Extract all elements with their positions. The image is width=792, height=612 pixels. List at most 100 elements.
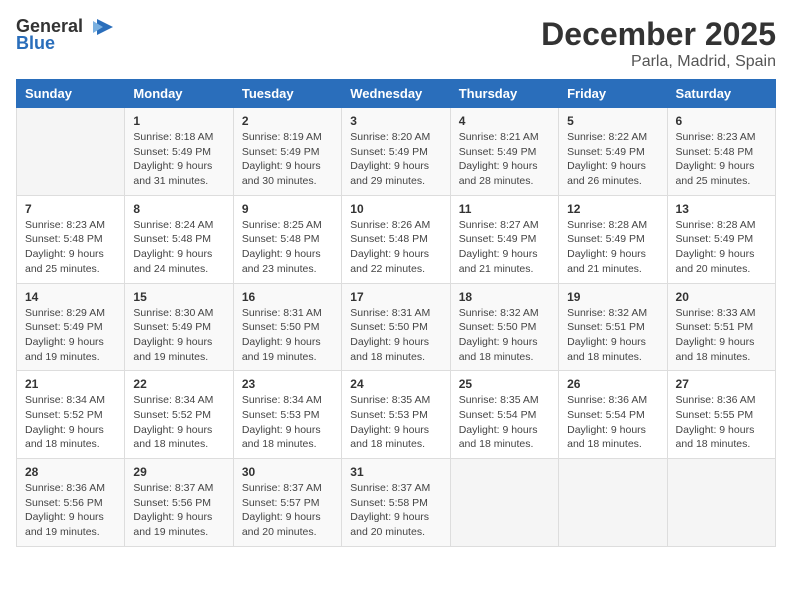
day-info: Sunrise: 8:23 AM Sunset: 5:48 PM Dayligh…: [676, 130, 767, 189]
calendar-cell: 5 Sunrise: 8:22 AM Sunset: 5:49 PM Daylig…: [559, 108, 667, 196]
column-header-saturday: Saturday: [667, 80, 775, 108]
day-number: 31: [350, 465, 441, 479]
calendar-cell: 3 Sunrise: 8:20 AM Sunset: 5:49 PM Daylig…: [342, 108, 450, 196]
day-info: Sunrise: 8:27 AM Sunset: 5:49 PM Dayligh…: [459, 218, 550, 277]
day-info: Sunrise: 8:25 AM Sunset: 5:48 PM Dayligh…: [242, 218, 333, 277]
day-info: Sunrise: 8:35 AM Sunset: 5:54 PM Dayligh…: [459, 393, 550, 452]
day-number: 27: [676, 377, 767, 391]
day-info: Sunrise: 8:31 AM Sunset: 5:50 PM Dayligh…: [350, 306, 441, 365]
day-info: Sunrise: 8:23 AM Sunset: 5:48 PM Dayligh…: [25, 218, 116, 277]
day-number: 30: [242, 465, 333, 479]
calendar-cell: 21 Sunrise: 8:34 AM Sunset: 5:52 PM Dayli…: [17, 371, 125, 459]
day-info: Sunrise: 8:24 AM Sunset: 5:48 PM Dayligh…: [133, 218, 224, 277]
logo-icon: [87, 17, 115, 37]
day-info: Sunrise: 8:29 AM Sunset: 5:49 PM Dayligh…: [25, 306, 116, 365]
column-header-monday: Monday: [125, 80, 233, 108]
calendar-cell: [17, 108, 125, 196]
calendar-cell: 27 Sunrise: 8:36 AM Sunset: 5:55 PM Dayli…: [667, 371, 775, 459]
calendar-cell: [450, 459, 558, 547]
day-info: Sunrise: 8:31 AM Sunset: 5:50 PM Dayligh…: [242, 306, 333, 365]
calendar-cell: [667, 459, 775, 547]
day-number: 7: [25, 202, 116, 216]
calendar-week-row: 14 Sunrise: 8:29 AM Sunset: 5:49 PM Dayli…: [17, 283, 776, 371]
calendar-cell: 2 Sunrise: 8:19 AM Sunset: 5:49 PM Daylig…: [233, 108, 341, 196]
column-header-wednesday: Wednesday: [342, 80, 450, 108]
title-block: December 2025 Parla, Madrid, Spain: [541, 16, 776, 71]
calendar-cell: 25 Sunrise: 8:35 AM Sunset: 5:54 PM Dayli…: [450, 371, 558, 459]
day-number: 5: [567, 114, 658, 128]
day-number: 3: [350, 114, 441, 128]
day-number: 1: [133, 114, 224, 128]
day-info: Sunrise: 8:26 AM Sunset: 5:48 PM Dayligh…: [350, 218, 441, 277]
calendar-cell: 28Sunrise: 8:36 AM Sunset: 5:56 PM Dayli…: [17, 459, 125, 547]
day-info: Sunrise: 8:36 AM Sunset: 5:54 PM Dayligh…: [567, 393, 658, 452]
calendar-cell: 11 Sunrise: 8:27 AM Sunset: 5:49 PM Dayli…: [450, 195, 558, 283]
day-number: 2: [242, 114, 333, 128]
calendar-week-row: 21 Sunrise: 8:34 AM Sunset: 5:52 PM Dayli…: [17, 371, 776, 459]
day-number: 15: [133, 290, 224, 304]
logo-blue-text: Blue: [16, 33, 55, 54]
day-info: Sunrise: 8:22 AM Sunset: 5:49 PM Dayligh…: [567, 130, 658, 189]
calendar-cell: 1 Sunrise: 8:18 AM Sunset: 5:49 PM Daylig…: [125, 108, 233, 196]
day-info: Sunrise: 8:37 AM Sunset: 5:56 PM Dayligh…: [133, 481, 224, 540]
calendar-cell: 9 Sunrise: 8:25 AM Sunset: 5:48 PM Daylig…: [233, 195, 341, 283]
calendar-cell: 8 Sunrise: 8:24 AM Sunset: 5:48 PM Daylig…: [125, 195, 233, 283]
day-number: 21: [25, 377, 116, 391]
day-info: Sunrise: 8:35 AM Sunset: 5:53 PM Dayligh…: [350, 393, 441, 452]
calendar-cell: 19Sunrise: 8:32 AM Sunset: 5:51 PM Dayli…: [559, 283, 667, 371]
day-info: Sunrise: 8:30 AM Sunset: 5:49 PM Dayligh…: [133, 306, 224, 365]
day-number: 17: [350, 290, 441, 304]
day-number: 4: [459, 114, 550, 128]
calendar-cell: 6 Sunrise: 8:23 AM Sunset: 5:48 PM Daylig…: [667, 108, 775, 196]
day-number: 9: [242, 202, 333, 216]
column-header-thursday: Thursday: [450, 80, 558, 108]
day-number: 10: [350, 202, 441, 216]
calendar-header-row: SundayMondayTuesdayWednesdayThursdayFrid…: [17, 80, 776, 108]
calendar-week-row: 7 Sunrise: 8:23 AM Sunset: 5:48 PM Daylig…: [17, 195, 776, 283]
calendar-cell: 12Sunrise: 8:28 AM Sunset: 5:49 PM Dayli…: [559, 195, 667, 283]
calendar-cell: 4 Sunrise: 8:21 AM Sunset: 5:49 PM Daylig…: [450, 108, 558, 196]
day-info: Sunrise: 8:28 AM Sunset: 5:49 PM Dayligh…: [676, 218, 767, 277]
day-info: Sunrise: 8:37 AM Sunset: 5:57 PM Dayligh…: [242, 481, 333, 540]
logo: General Blue: [16, 16, 115, 54]
day-number: 26: [567, 377, 658, 391]
day-number: 14: [25, 290, 116, 304]
day-info: Sunrise: 8:33 AM Sunset: 5:51 PM Dayligh…: [676, 306, 767, 365]
day-info: Sunrise: 8:34 AM Sunset: 5:52 PM Dayligh…: [25, 393, 116, 452]
calendar-cell: 18Sunrise: 8:32 AM Sunset: 5:50 PM Dayli…: [450, 283, 558, 371]
calendar-cell: 16Sunrise: 8:31 AM Sunset: 5:50 PM Dayli…: [233, 283, 341, 371]
day-info: Sunrise: 8:18 AM Sunset: 5:49 PM Dayligh…: [133, 130, 224, 189]
calendar-cell: 30 Sunrise: 8:37 AM Sunset: 5:57 PM Dayli…: [233, 459, 341, 547]
calendar-week-row: 1 Sunrise: 8:18 AM Sunset: 5:49 PM Daylig…: [17, 108, 776, 196]
day-info: Sunrise: 8:20 AM Sunset: 5:49 PM Dayligh…: [350, 130, 441, 189]
day-number: 11: [459, 202, 550, 216]
calendar-cell: 24Sunrise: 8:35 AM Sunset: 5:53 PM Dayli…: [342, 371, 450, 459]
calendar-cell: [559, 459, 667, 547]
calendar-cell: 23Sunrise: 8:34 AM Sunset: 5:53 PM Dayli…: [233, 371, 341, 459]
calendar-cell: 15 Sunrise: 8:30 AM Sunset: 5:49 PM Dayli…: [125, 283, 233, 371]
day-number: 18: [459, 290, 550, 304]
day-info: Sunrise: 8:19 AM Sunset: 5:49 PM Dayligh…: [242, 130, 333, 189]
day-number: 12: [567, 202, 658, 216]
calendar-cell: 26 Sunrise: 8:36 AM Sunset: 5:54 PM Dayli…: [559, 371, 667, 459]
day-number: 6: [676, 114, 767, 128]
day-number: 8: [133, 202, 224, 216]
month-title: December 2025: [541, 16, 776, 53]
day-number: 19: [567, 290, 658, 304]
day-number: 28: [25, 465, 116, 479]
day-number: 22: [133, 377, 224, 391]
column-header-friday: Friday: [559, 80, 667, 108]
calendar-cell: 17 Sunrise: 8:31 AM Sunset: 5:50 PM Dayli…: [342, 283, 450, 371]
day-number: 13: [676, 202, 767, 216]
day-info: Sunrise: 8:34 AM Sunset: 5:52 PM Dayligh…: [133, 393, 224, 452]
calendar-week-row: 28Sunrise: 8:36 AM Sunset: 5:56 PM Dayli…: [17, 459, 776, 547]
calendar-table: SundayMondayTuesdayWednesdayThursdayFrid…: [16, 79, 776, 547]
calendar-cell: 31 Sunrise: 8:37 AM Sunset: 5:58 PM Dayli…: [342, 459, 450, 547]
day-info: Sunrise: 8:21 AM Sunset: 5:49 PM Dayligh…: [459, 130, 550, 189]
calendar-cell: 13 Sunrise: 8:28 AM Sunset: 5:49 PM Dayli…: [667, 195, 775, 283]
day-info: Sunrise: 8:37 AM Sunset: 5:58 PM Dayligh…: [350, 481, 441, 540]
day-number: 25: [459, 377, 550, 391]
calendar-cell: 20Sunrise: 8:33 AM Sunset: 5:51 PM Dayli…: [667, 283, 775, 371]
day-info: Sunrise: 8:36 AM Sunset: 5:55 PM Dayligh…: [676, 393, 767, 452]
column-header-tuesday: Tuesday: [233, 80, 341, 108]
